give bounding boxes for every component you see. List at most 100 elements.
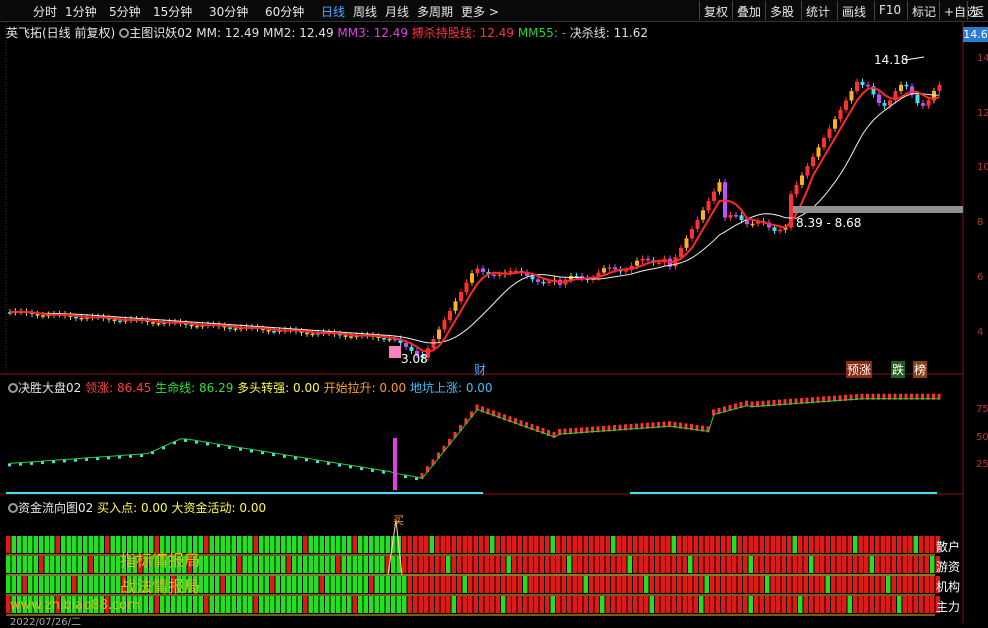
flow-cell [853,596,858,613]
y-tick: 12 [977,108,988,119]
candle-body [74,316,78,319]
flow-cell [66,556,71,573]
flow-cell [215,556,220,573]
flow-cell [594,576,599,593]
candle-body [382,337,386,340]
flow-cell [770,556,775,573]
flow-cell [726,536,731,553]
candle-body [717,182,722,192]
flow-cell [616,536,621,553]
flow-cell [495,576,500,593]
flow-cell [787,576,792,593]
flow-cell [363,596,368,613]
candle-body [844,100,848,110]
candle-body [684,238,689,248]
low-price-label: 3.08 [401,352,428,366]
candle-body [541,281,546,284]
flow-cell [105,576,110,593]
candle-body [734,215,738,217]
flow-cell [303,596,308,613]
flow-cell [484,576,489,593]
flow-cell [765,536,770,553]
flow-cell [754,536,759,553]
flow-cell [160,596,165,613]
flow-cell [418,596,423,613]
flow-cell [490,536,495,553]
flow-cell [275,596,280,613]
flow-cell [330,536,335,553]
flow-cell [495,556,500,573]
candle-body [536,279,540,282]
flow-cell [660,556,665,573]
flow-cell [836,556,841,573]
flow-cell [754,556,759,573]
candle-body [701,210,705,220]
flow-cell [589,576,594,593]
flow-cell [622,536,627,553]
flow-cell [886,596,891,613]
flow-cell [66,576,71,593]
flow-cell [264,556,269,573]
flow-cell [743,536,748,553]
flow-cell [22,576,27,593]
flow-cell [457,556,462,573]
candle-body [118,320,122,323]
flow-cell [633,556,638,573]
flow-cell [424,536,429,553]
flow-cell [314,556,319,573]
candle-body [778,229,782,232]
flow-cell [270,596,275,613]
flow-cell [572,536,577,553]
candle-body [695,219,700,230]
flow-cell [44,576,49,593]
marker-die: 跌 [891,361,906,378]
candle-body [822,138,826,148]
flow-cell [28,536,33,553]
flow-cell [748,576,753,593]
flow-cell [880,596,885,613]
flow-cell [336,576,341,593]
candle-body [849,91,854,101]
flow-cell [50,536,55,553]
flow-cell [457,576,462,593]
flow-cell [143,596,148,613]
flow-cell [534,596,539,613]
flow-cell [435,556,440,573]
flow-cell [435,536,440,553]
flow-cell [182,596,187,613]
flow-cell [88,576,93,593]
flow-cell [765,596,770,613]
flow-cell [660,536,665,553]
flow-cell [446,556,451,573]
candle-body [921,103,925,106]
candle-body [35,314,40,316]
flow-cell [517,596,522,613]
flow-cell [803,596,808,613]
flow-cell [781,536,786,553]
flow-cell [391,596,396,613]
flow-cell [28,576,33,593]
flow-cell [209,576,214,593]
flow-cell [468,576,473,593]
flow-cell [567,556,572,573]
flow-cell [787,556,792,573]
flow-cell [77,556,82,573]
flow-cell [886,576,891,593]
flow-cell [215,576,220,593]
flow-cell [149,596,154,613]
flow-cell [330,596,335,613]
flow-cell [545,556,550,573]
candle-body [816,147,821,157]
flow-cell [55,556,60,573]
flow-cell [908,556,913,573]
flow-cell [869,596,874,613]
flow-cell [220,556,225,573]
candle-body [772,227,777,231]
flow-cell [589,596,594,613]
flow-cell [875,576,880,593]
kline-chart[interactable] [0,0,988,623]
flow-cell [72,576,77,593]
flow-cell [754,596,759,613]
flow-cell [776,576,781,593]
flow-cell [880,576,885,593]
